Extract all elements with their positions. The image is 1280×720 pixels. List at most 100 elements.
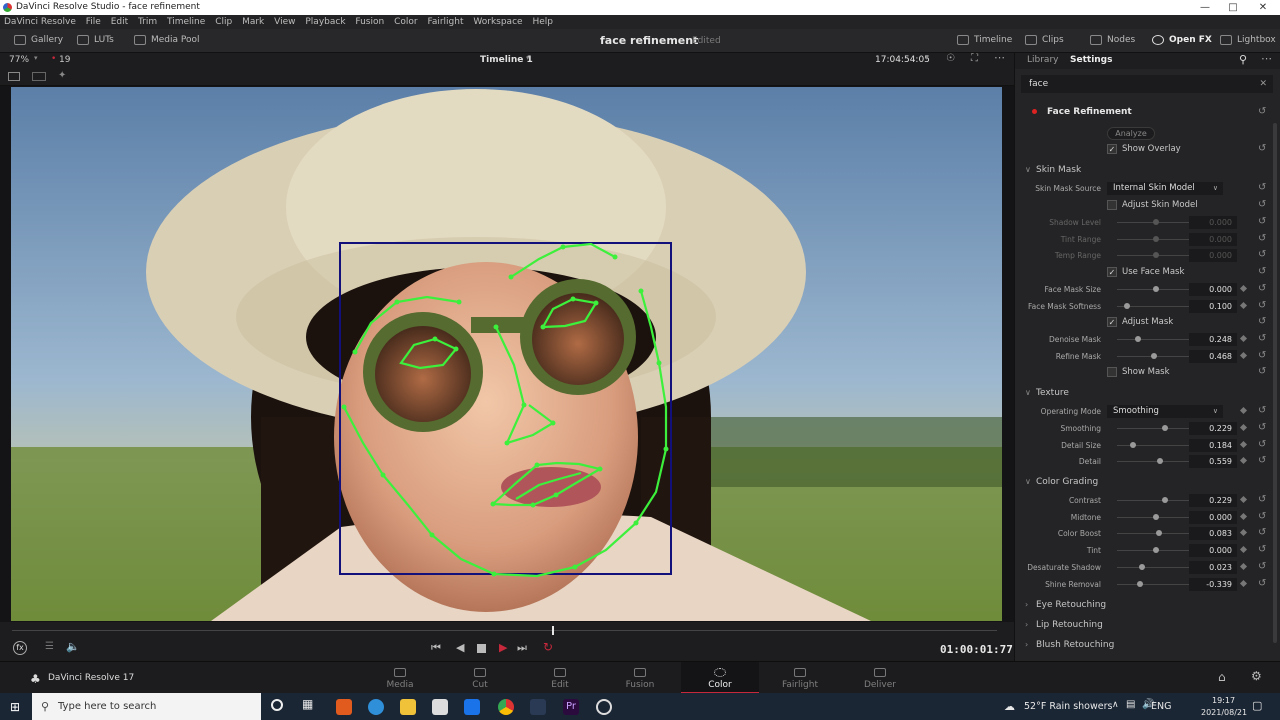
param-value-field[interactable]: 0.229 <box>1189 422 1237 435</box>
video-frame[interactable] <box>11 87 1002 621</box>
skin-mask-source-reset-icon[interactable]: ↺ <box>1258 182 1266 193</box>
param-value-field[interactable]: 0.000 <box>1189 510 1237 524</box>
input-language[interactable]: ENG <box>1151 701 1171 712</box>
param-slider[interactable] <box>1117 580 1195 587</box>
param-reset-icon[interactable]: ↺ <box>1258 249 1266 260</box>
param-reset-icon[interactable]: ↺ <box>1258 561 1266 572</box>
chrome-icon[interactable] <box>498 699 514 715</box>
slider-knob[interactable] <box>1124 302 1131 309</box>
param-value-field[interactable]: 0.000 <box>1189 249 1237 263</box>
param-reset-icon[interactable]: ↺ <box>1258 283 1266 294</box>
show-overlay-reset-icon[interactable]: ↺ <box>1258 143 1266 154</box>
play-icon[interactable]: ▶ <box>499 641 507 654</box>
param-value-field[interactable]: 0.000 <box>1189 216 1237 229</box>
keyframe-icon[interactable] <box>1239 423 1248 432</box>
param-value-field[interactable]: 0.559 <box>1189 455 1237 469</box>
go-to-first-icon[interactable]: ⏮ <box>431 641 441 655</box>
keyframe-icon[interactable] <box>1239 495 1248 504</box>
param-value-field[interactable]: 0.083 <box>1189 527 1237 541</box>
section-blush-retouching[interactable]: › Blush Retouching <box>1015 638 1271 654</box>
param-value-field[interactable]: -0.339 <box>1189 577 1237 591</box>
obs-icon[interactable] <box>596 699 612 715</box>
luts-button[interactable]: LUTs <box>77 35 114 45</box>
page-fairlight[interactable]: Fairlight <box>761 662 839 694</box>
param-slider[interactable] <box>1117 286 1195 292</box>
tab-settings[interactable]: Settings <box>1070 55 1112 65</box>
skin-mask-source-dropdown[interactable]: Internal Skin Model ∨ <box>1107 182 1223 195</box>
task-view-icon[interactable]: ▦ <box>302 697 313 711</box>
param-reset-icon[interactable]: ↺ <box>1258 527 1266 538</box>
slider-knob[interactable] <box>1153 513 1159 520</box>
show-mask-checkbox[interactable] <box>1107 367 1117 377</box>
slider-knob[interactable] <box>1153 219 1159 225</box>
slider-knob[interactable] <box>1162 425 1169 431</box>
edge-browser-icon[interactable] <box>368 699 384 715</box>
menu-davinci-resolve[interactable]: DaVinci Resolve <box>4 17 76 27</box>
param-slider[interactable] <box>1117 530 1195 537</box>
param-reset-icon[interactable]: ↺ <box>1258 350 1266 361</box>
fullscreen-icon[interactable]: ⛶ <box>971 53 978 64</box>
param-slider[interactable] <box>1117 547 1195 554</box>
operating-mode-dropdown[interactable]: Smoothing ∨ <box>1107 405 1223 418</box>
split-screen-icon[interactable] <box>32 72 46 81</box>
menu-file[interactable]: File <box>86 17 101 27</box>
param-value-field[interactable]: 0.023 <box>1189 560 1237 574</box>
stop-icon[interactable] <box>477 644 486 653</box>
weather-text[interactable]: 52°F Rain showers <box>1024 701 1112 712</box>
premiere-pro-icon[interactable]: Pr <box>563 699 579 715</box>
menu-fusion[interactable]: Fusion <box>355 17 384 27</box>
clock-date[interactable]: 2021/08/21 <box>1201 708 1247 717</box>
timeline-toggle[interactable]: Timeline <box>957 35 1012 45</box>
clear-search-icon[interactable]: ✕ <box>1259 75 1267 93</box>
play-reverse-icon[interactable]: ◀ <box>456 641 464 654</box>
office-app-icon[interactable] <box>336 699 352 715</box>
param-slider[interactable] <box>1117 235 1195 242</box>
page-media[interactable]: Media <box>361 662 439 694</box>
minimize-icon[interactable]: — <box>1192 0 1218 15</box>
menu-view[interactable]: View <box>274 17 295 27</box>
volume-icon[interactable]: 🔈 <box>66 640 80 653</box>
slider-knob[interactable] <box>1129 441 1136 448</box>
slider-knob[interactable] <box>1135 336 1141 342</box>
mail-icon[interactable] <box>464 699 480 715</box>
param-reset-icon[interactable]: ↺ <box>1258 578 1266 589</box>
open-fx-toggle[interactable]: Open FX <box>1152 35 1212 45</box>
keyframe-icon[interactable] <box>1239 562 1248 570</box>
keyframe-icon[interactable] <box>1239 301 1248 309</box>
keyframe-icon[interactable] <box>1239 457 1248 465</box>
slider-knob[interactable] <box>1153 547 1159 554</box>
param-reset-icon[interactable]: ↺ <box>1258 439 1266 450</box>
param-slider[interactable] <box>1117 336 1195 342</box>
clips-toggle[interactable]: Clips <box>1025 35 1064 45</box>
param-reset-icon[interactable]: ↺ <box>1258 233 1266 244</box>
menu-trim[interactable]: Trim <box>138 17 157 27</box>
home-icon[interactable]: ⌂ <box>1218 670 1226 684</box>
section-eye-retouching[interactable]: › Eye Retouching <box>1015 598 1271 614</box>
loop-icon[interactable]: ↻ <box>543 640 553 654</box>
menu-timeline[interactable]: Timeline <box>167 17 205 27</box>
keyframe-icon[interactable] <box>1239 440 1248 448</box>
slider-knob[interactable] <box>1162 497 1169 503</box>
menu-edit[interactable]: Edit <box>111 17 128 27</box>
slider-knob[interactable] <box>1153 286 1159 292</box>
menu-workspace[interactable]: Workspace <box>473 17 522 27</box>
slider-knob[interactable] <box>1155 530 1162 537</box>
store-icon[interactable] <box>432 699 448 715</box>
file-explorer-icon[interactable] <box>400 699 416 715</box>
timecode-dropdown-icon[interactable]: ▾ <box>925 54 929 62</box>
clock-time[interactable]: 19:17 <box>1212 696 1235 705</box>
slider-knob[interactable] <box>1150 352 1157 359</box>
use-face-mask-checkbox[interactable]: ✓ <box>1107 267 1117 277</box>
slider-knob[interactable] <box>1138 563 1145 570</box>
param-value-field[interactable]: 0.184 <box>1189 438 1237 452</box>
slider-knob[interactable] <box>1153 252 1159 259</box>
param-slider[interactable] <box>1117 219 1195 225</box>
taskbar-search-input[interactable]: ⚲ Type here to search <box>32 693 261 720</box>
param-reset-icon[interactable]: ↺ <box>1258 422 1266 433</box>
scrubber-bar[interactable] <box>0 622 1014 639</box>
page-fusion[interactable]: Fusion <box>601 662 679 694</box>
wipe-icon[interactable]: ☉ <box>946 53 955 64</box>
notifications-icon[interactable]: ▢ <box>1252 699 1262 712</box>
search-icon[interactable]: ⚲ <box>1239 53 1247 66</box>
keyframe-icon[interactable] <box>1239 406 1248 415</box>
